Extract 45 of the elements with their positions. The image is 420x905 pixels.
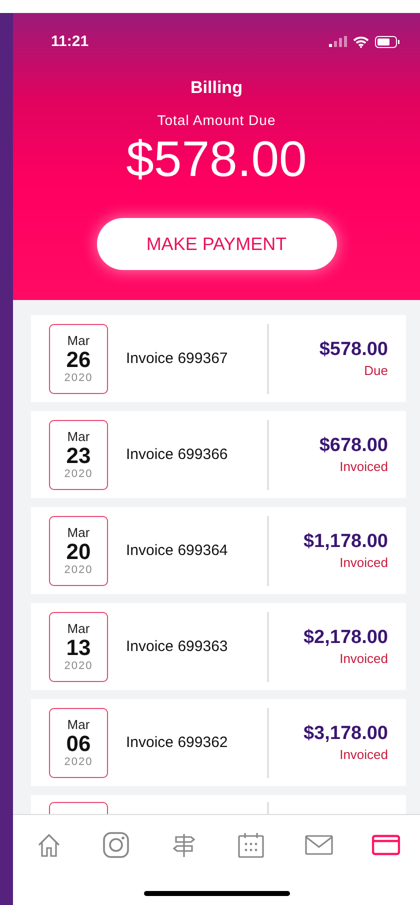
date-year: 2020 [64, 660, 93, 672]
date-day: 13 [66, 636, 91, 660]
date-day: 06 [66, 732, 91, 756]
invoice-card[interactable]: Mar 20 2020 Invoice 699364 $1,178.00 Invoiced [31, 507, 406, 594]
invoice-status: Invoiced [340, 747, 388, 762]
date-year: 2020 [64, 756, 93, 768]
invoice-card[interactable]: Mar 13 2020 Invoice 699363 $2,178.00 Invoiced [31, 603, 406, 690]
total-amount: $578.00 [126, 130, 307, 188]
invoice-amount: $2,178.00 [303, 627, 388, 649]
invoice-name: Invoice 699363 [126, 638, 229, 655]
date-day: 26 [66, 348, 91, 372]
invoice-amount: $1,178.00 [303, 531, 388, 553]
invoice-amount: $3,178.00 [303, 723, 388, 745]
camera-icon[interactable] [102, 831, 130, 859]
invoice-status: Invoiced [340, 651, 388, 666]
invoice-card[interactable]: Mar 23 2020 Invoice 699366 $678.00 Invoiced [31, 411, 406, 498]
page-title: Billing [190, 78, 242, 98]
make-payment-button[interactable]: MAKE PAYMENT [96, 218, 336, 270]
date-month: Mar [67, 621, 90, 636]
date-month: Mar [67, 429, 90, 444]
invoice-name: Invoice 699362 [126, 734, 229, 751]
invoice-name: Invoice 699364 [126, 542, 229, 559]
invoice-name: Invoice 699367 [126, 350, 229, 367]
date-year: 2020 [64, 372, 93, 384]
signal-icon [329, 36, 347, 47]
total-label: Total Amount Due [157, 112, 276, 128]
wifi-icon [353, 36, 369, 48]
invoice-status: Invoiced [340, 459, 388, 474]
date-year: 2020 [64, 468, 93, 480]
date-day: 20 [66, 540, 91, 564]
invoice-name: Invoice 699366 [126, 446, 229, 463]
invoice-amount: $578.00 [319, 339, 388, 361]
invoice-card[interactable]: Mar 26 2020 Invoice 699367 $578.00 Due [31, 315, 406, 402]
status-time: 11:21 [51, 33, 89, 50]
date-year: 2020 [64, 564, 93, 576]
invoice-status: Invoiced [340, 555, 388, 570]
date-day: 23 [66, 444, 91, 468]
invoice-status: Due [364, 363, 388, 378]
date-month: Mar [67, 717, 90, 732]
invoice-card[interactable]: Mar 06 2020 Invoice 699362 $3,178.00 Invoiced [31, 699, 406, 786]
battery-icon [375, 36, 400, 48]
date-month: Mar [67, 333, 90, 348]
calendar-icon[interactable] [237, 831, 266, 859]
date-month: Mar [67, 525, 90, 540]
invoice-amount: $678.00 [319, 435, 388, 457]
